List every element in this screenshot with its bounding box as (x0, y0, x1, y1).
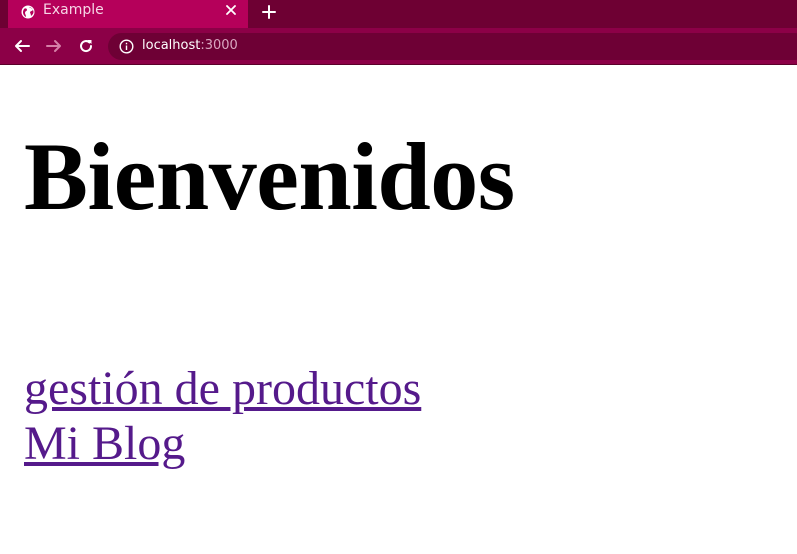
tab-title: Example (43, 2, 104, 18)
globe-icon (21, 4, 35, 19)
url-host: localhost (142, 38, 201, 53)
page-content: Bienvenidos gestión de productos Mi Blog (0, 65, 797, 554)
nav-links: gestión de productos Mi Blog (24, 361, 421, 471)
close-icon[interactable] (224, 3, 238, 17)
page-title: Bienvenidos (24, 123, 515, 230)
tab-example[interactable]: Example (8, 0, 248, 28)
address-bar[interactable]: localhost:3000 (108, 33, 797, 60)
toolbar: localhost:3000 (0, 28, 797, 65)
plus-icon[interactable] (259, 2, 279, 22)
reload-icon[interactable] (76, 36, 96, 56)
link-mi-blog[interactable]: Mi Blog (24, 416, 421, 471)
address-url: localhost:3000 (142, 38, 238, 53)
arrow-left-icon[interactable] (12, 36, 32, 56)
arrow-right-icon[interactable] (44, 36, 64, 56)
browser-window: Example localhost:3000 Bienvenidos gesti… (0, 0, 797, 554)
info-icon[interactable] (119, 39, 134, 54)
tab-strip: Example (0, 0, 797, 28)
link-gestion-de-productos[interactable]: gestión de productos (24, 361, 421, 416)
url-port: :3000 (200, 38, 238, 53)
